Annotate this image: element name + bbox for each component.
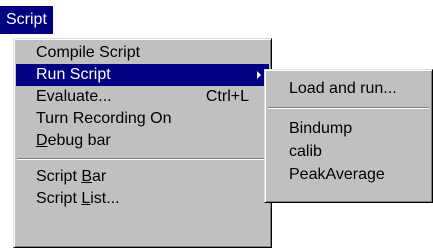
chevron-right-icon bbox=[257, 71, 261, 79]
submenu-item-load-and-run[interactable]: Load and run... bbox=[267, 77, 430, 100]
submenu-separator bbox=[268, 107, 429, 109]
menu-separator bbox=[17, 158, 268, 160]
script-menu: Compile Script Run Script Evaluate... Ct… bbox=[13, 38, 272, 248]
menu-item-label: Script bbox=[36, 168, 82, 185]
submenu-item-label: Bindump bbox=[289, 120, 353, 137]
submenu-item-label: PeakAverage bbox=[289, 166, 385, 183]
menu-item-mnemonic: D bbox=[36, 132, 48, 149]
menu-item-label: ar bbox=[92, 168, 107, 185]
menu-item-label: Script bbox=[36, 190, 82, 207]
menu-item-turn-recording-on[interactable]: Turn Recording On bbox=[16, 108, 269, 130]
menu-item-evaluate[interactable]: Evaluate... Ctrl+L bbox=[16, 86, 269, 108]
submenu-item-peakaverage[interactable]: PeakAverage bbox=[267, 163, 430, 186]
menu-item-mnemonic: L bbox=[81, 190, 91, 207]
menu-item-compile-script[interactable]: Compile Script bbox=[16, 42, 269, 64]
menu-item-label: Compile Script bbox=[36, 44, 141, 61]
submenu-item-calib[interactable]: calib bbox=[267, 140, 430, 163]
submenu-item-bindump[interactable]: Bindump bbox=[267, 117, 430, 140]
menubar-script[interactable]: Script bbox=[0, 6, 53, 34]
menu-item-label: ist... bbox=[90, 190, 120, 207]
menu-item-script-bar[interactable]: Script Bar bbox=[16, 166, 269, 188]
menu-item-debug-bar[interactable]: Debug bar bbox=[16, 130, 269, 152]
submenu-item-label: calib bbox=[289, 143, 322, 160]
menu-item-label: Evaluate... bbox=[36, 88, 112, 105]
menu-item-label: Run Script bbox=[36, 66, 111, 83]
menu-item-run-script[interactable]: Run Script bbox=[16, 64, 269, 86]
run-script-submenu: Load and run... Bindump calib PeakAverag… bbox=[264, 69, 433, 203]
menu-item-label: ebug bar bbox=[47, 132, 111, 149]
menu-item-script-list[interactable]: Script List... bbox=[16, 188, 269, 210]
menu-item-shortcut: Ctrl+L bbox=[205, 88, 249, 105]
submenu-item-label: Load and run... bbox=[289, 80, 397, 97]
menu-item-label: Turn Recording On bbox=[36, 110, 172, 127]
menu-item-mnemonic: B bbox=[81, 168, 93, 185]
